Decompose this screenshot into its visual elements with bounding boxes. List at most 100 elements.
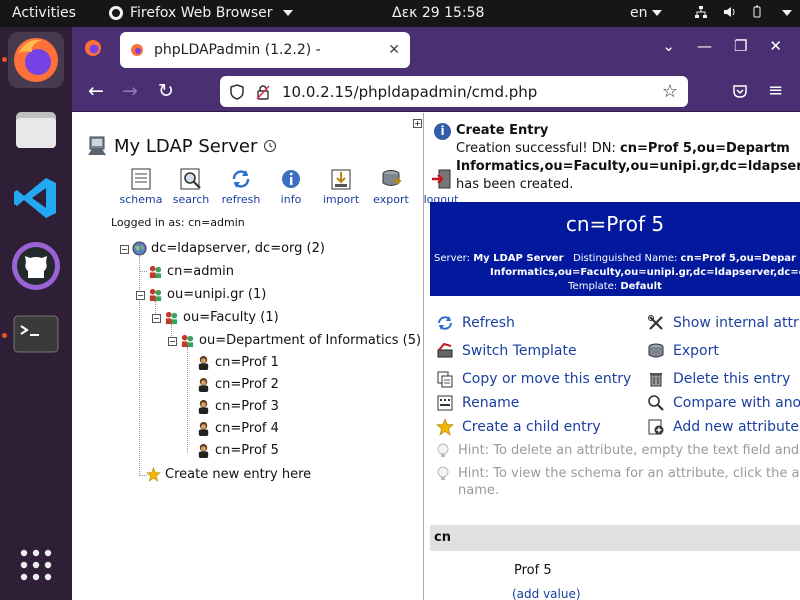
favicon-icon — [131, 44, 143, 56]
dock-files[interactable] — [8, 102, 64, 158]
notice-line-2: Informatics,ou=Faculty,ou=unipi.gr,dc=ld… — [456, 159, 800, 174]
tree-node-prof[interactable]: cn=Prof 3 — [196, 399, 279, 414]
entry-meta-line-2: Informatics,ou=Faculty,ou=unipi.gr,dc=ld… — [430, 266, 800, 280]
compare-link[interactable]: Compare with ano — [647, 394, 800, 412]
tree-node-label: dc=ldapserver, dc=org (2) — [151, 241, 325, 256]
add-attribute-link[interactable]: Add new attribute — [647, 418, 799, 436]
user-group-icon — [165, 311, 178, 325]
tree-node-unipi[interactable]: ou=unipi.gr (1) — [148, 287, 266, 302]
schema-button[interactable]: schema — [116, 167, 166, 206]
clock[interactable]: Δεκ 29 15:58 — [392, 5, 484, 21]
clock-icon[interactable] — [263, 139, 277, 153]
rename-link[interactable]: Rename — [436, 394, 519, 412]
dn-label: Distinguished Name: — [573, 253, 678, 264]
export-button[interactable]: export — [366, 167, 416, 206]
activities-button[interactable]: Activities — [12, 5, 76, 21]
maximize-icon[interactable]: ❐ — [734, 37, 747, 55]
import-button[interactable]: import — [316, 167, 366, 206]
hint-text: Hint: To delete an attribute, empty the … — [458, 443, 800, 458]
url-text: 10.0.2.15/phpldapadmin/cmd.php — [282, 82, 538, 101]
schema-icon — [131, 168, 151, 190]
tree-node-root[interactable]: dc=ldapserver, dc=org (2) — [132, 241, 325, 256]
hint-delete-attribute: Hint: To delete an attribute, empty the … — [436, 443, 799, 459]
forward-icon[interactable]: → — [122, 80, 138, 102]
copy-move-link[interactable]: Copy or move this entry — [436, 370, 631, 388]
tree-node-label: ou=Department of Informatics (5) — [199, 333, 422, 348]
notice-dn: cn=Prof 5,ou=Departm — [620, 141, 790, 156]
add-attribute-icon — [648, 419, 664, 435]
refresh-button[interactable]: refresh — [216, 167, 266, 206]
lightbulb-icon — [437, 466, 449, 480]
menu-icon[interactable]: ≡ — [768, 80, 783, 101]
system-tray[interactable] — [694, 5, 792, 19]
add-value-link[interactable]: (add value) — [512, 587, 581, 600]
attribute-value[interactable]: Prof 5 — [514, 563, 552, 578]
attribute-name: cn — [434, 530, 451, 545]
dock-github[interactable] — [8, 238, 64, 294]
tree-node-faculty[interactable]: ou=Faculty (1) — [164, 310, 279, 325]
tree-node-admin[interactable]: cn=admin — [148, 264, 234, 279]
hint-text: name. — [458, 483, 499, 498]
server-value: My LDAP Server — [473, 253, 564, 264]
dock-terminal[interactable] — [8, 306, 64, 362]
tree-node-prof[interactable]: cn=Prof 4 — [196, 421, 279, 436]
export-link[interactable]: Export — [647, 342, 719, 360]
collapse-toggle[interactable]: − — [152, 314, 161, 323]
tree-node-prof[interactable]: cn=Prof 1 — [196, 355, 279, 370]
show-internal-attrs-link[interactable]: Show internal attri — [647, 314, 800, 332]
action-label: Rename — [462, 395, 520, 411]
user-group-icon — [149, 288, 162, 302]
refresh-entry-link[interactable]: Refresh — [436, 314, 515, 332]
tree-node-department[interactable]: ou=Department of Informatics (5) — [180, 333, 421, 348]
collapse-toggle[interactable]: − — [120, 245, 129, 254]
schema-label: schema — [119, 193, 163, 206]
search-button[interactable]: search — [166, 167, 216, 206]
collapse-toggle[interactable]: − — [168, 337, 177, 346]
insecure-lock-icon[interactable] — [256, 84, 270, 100]
back-icon[interactable]: ← — [88, 80, 104, 102]
create-new-entry-link[interactable]: Create new entry here — [146, 467, 311, 482]
shield-icon[interactable] — [230, 83, 244, 100]
running-indicator — [2, 333, 7, 338]
star-icon — [146, 467, 161, 482]
action-label: Copy or move this entry — [462, 371, 632, 387]
dock-firefox[interactable] — [8, 32, 64, 88]
tree-node-prof[interactable]: cn=Prof 2 — [196, 377, 279, 392]
bookmark-star-icon[interactable]: ☆ — [662, 81, 678, 102]
create-child-link[interactable]: Create a child entry — [436, 418, 601, 436]
firefox-view-icon[interactable] — [84, 39, 102, 57]
dock — [0, 27, 72, 600]
trash-icon — [650, 373, 662, 387]
language-indicator[interactable]: en — [630, 5, 662, 21]
compare-icon — [648, 395, 664, 411]
terminal-icon — [13, 315, 59, 353]
user-group-icon — [149, 265, 162, 279]
close-window-icon[interactable]: ✕ — [769, 37, 782, 55]
entry-pane: i Create Entry Creation successful! DN: … — [426, 113, 800, 600]
dock-vscode[interactable] — [8, 170, 64, 226]
show-apps-button[interactable] — [8, 537, 64, 593]
tree-node-label: ou=Faculty (1) — [183, 310, 279, 325]
running-indicator — [2, 57, 7, 62]
pocket-icon[interactable] — [732, 83, 748, 99]
entry-header: cn=Prof 5 Server: My LDAP Server Disting… — [430, 202, 800, 296]
info-button[interactable]: info — [266, 167, 316, 206]
collapse-pane-icon[interactable]: + — [413, 119, 422, 128]
server-toolbar: schema search refresh info import export — [116, 167, 466, 206]
action-label: Create a child entry — [462, 419, 601, 435]
minimize-icon[interactable]: — — [697, 37, 712, 55]
info-icon — [282, 170, 300, 188]
attribute-header[interactable]: cn — [430, 525, 800, 551]
delete-entry-link[interactable]: Delete this entry — [647, 370, 790, 388]
tree-node-prof[interactable]: cn=Prof 5 — [196, 443, 279, 458]
reload-icon[interactable]: ↻ — [158, 80, 174, 102]
collapse-toggle[interactable]: − — [136, 291, 145, 300]
close-tab-icon[interactable]: ✕ — [388, 42, 400, 58]
notice-line-3: has been created. — [456, 177, 574, 192]
list-tabs-icon[interactable]: ⌄ — [662, 37, 675, 55]
new-tab-button[interactable]: + — [352, 37, 370, 59]
chevron-down-icon — [282, 10, 293, 16]
app-menu[interactable]: Firefox Web Browser — [108, 5, 293, 21]
switch-template-link[interactable]: Switch Template — [436, 342, 577, 360]
url-bar[interactable]: 10.0.2.15/phpldapadmin/cmd.php ☆ — [220, 76, 688, 107]
